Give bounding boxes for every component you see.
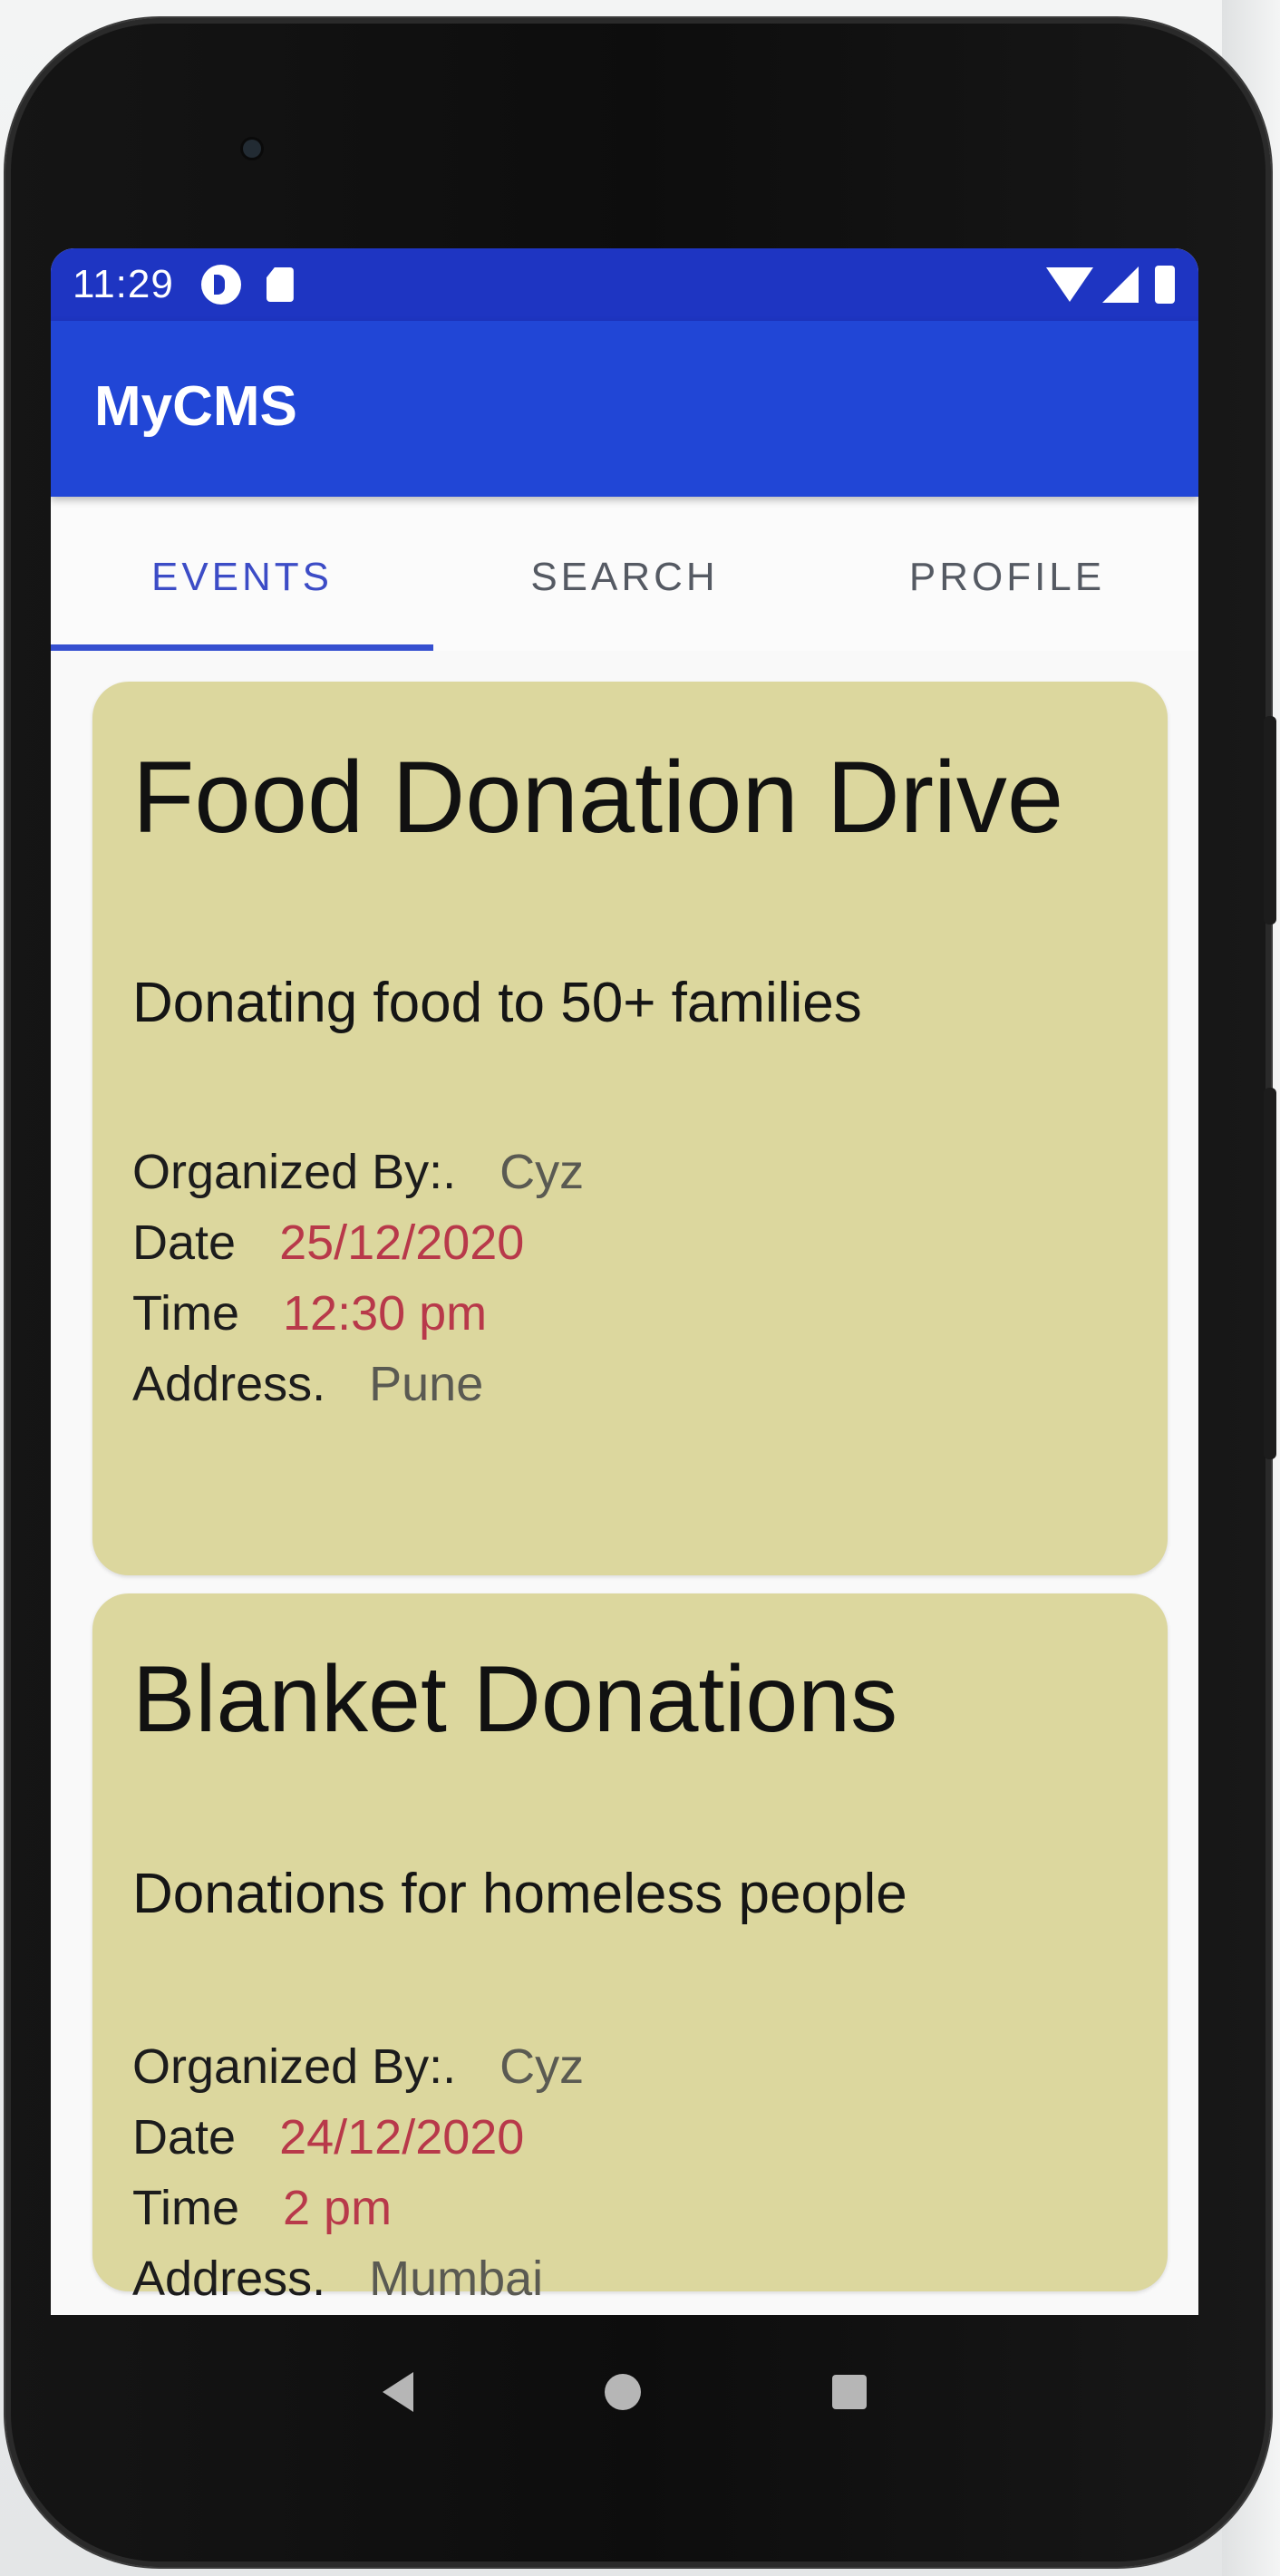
app-bar: MyCMS [51,321,1198,497]
time-row: Time 12:30 pm [132,1278,1128,1349]
navigation-bar [51,2315,1198,2469]
organizer-row: Organized By:. Cyz [132,1137,1128,1207]
status-time: 11:29 [73,262,174,306]
date-value: 24/12/2020 [279,2109,525,2164]
signal-icon [1102,266,1139,303]
tab-profile[interactable]: PROFILE [816,497,1198,651]
date-row: Date 24/12/2020 [132,2102,1128,2173]
time-value: 12:30 pm [283,1285,488,1341]
photo-background: 11:29 MyCMS EVENTS SEARCH PROFILE Food D… [0,0,1280,2576]
tab-profile-label: PROFILE [908,555,1106,599]
event-details: Organized By:. Cyz Date 24/12/2020 Time … [132,2031,1128,2314]
tab-search-label: SEARCH [530,555,719,599]
address-row: Address. Mumbai [132,2243,1128,2314]
back-icon[interactable] [382,2372,413,2412]
tab-events-label: EVENTS [150,555,334,599]
battery-icon [1155,266,1175,304]
tab-events[interactable]: EVENTS [51,497,433,651]
time-row: Time 2 pm [132,2173,1128,2243]
address-row: Address. Pune [132,1349,1128,1419]
events-list[interactable]: Food Donation Drive Donating food to 50+… [51,651,1198,2315]
power-button[interactable] [1264,716,1276,925]
address-label: Address. [132,2251,326,2306]
app-title: MyCMS [94,374,297,438]
address-label: Address. [132,1356,326,1411]
event-title: Blanket Donations [132,1647,898,1752]
time-label: Time [132,1285,239,1341]
event-details: Organized By:. Cyz Date 25/12/2020 Time … [132,1137,1128,1419]
time-value: 2 pm [283,2180,393,2235]
date-label: Date [132,2109,237,2164]
tab-indicator [51,644,433,651]
event-title: Food Donation Drive [132,741,1064,854]
phone-screen: 11:29 MyCMS EVENTS SEARCH PROFILE Food D… [51,248,1198,2315]
recents-icon[interactable] [832,2375,868,2409]
date-label: Date [132,1215,237,1270]
status-bar: 11:29 [51,248,1198,321]
date-row: Date 25/12/2020 [132,1207,1128,1278]
tab-search[interactable]: SEARCH [433,497,816,651]
event-description: Donations for homeless people [132,1862,907,1925]
organizer-label: Organized By:. [132,1144,457,1199]
address-value: Pune [369,1356,484,1411]
time-label: Time [132,2180,239,2235]
wifi-icon [1046,267,1093,302]
front-camera [243,140,261,158]
event-card[interactable]: Blanket Donations Donations for homeless… [92,1593,1168,2306]
event-description: Donating food to 50+ families [132,971,862,1034]
organizer-value: Cyz [499,2039,585,2094]
organizer-label: Organized By:. [132,2039,457,2094]
organizer-row: Organized By:. Cyz [132,2031,1128,2102]
tab-bar: EVENTS SEARCH PROFILE [51,497,1198,651]
address-value: Mumbai [369,2251,544,2306]
organizer-value: Cyz [499,1144,585,1199]
notification-circle-icon [200,265,241,305]
sd-card-icon [266,267,294,302]
date-value: 25/12/2020 [279,1215,525,1270]
volume-button[interactable] [1264,1088,1276,1459]
home-icon[interactable] [604,2374,641,2410]
event-card[interactable]: Food Donation Drive Donating food to 50+… [92,682,1168,1575]
